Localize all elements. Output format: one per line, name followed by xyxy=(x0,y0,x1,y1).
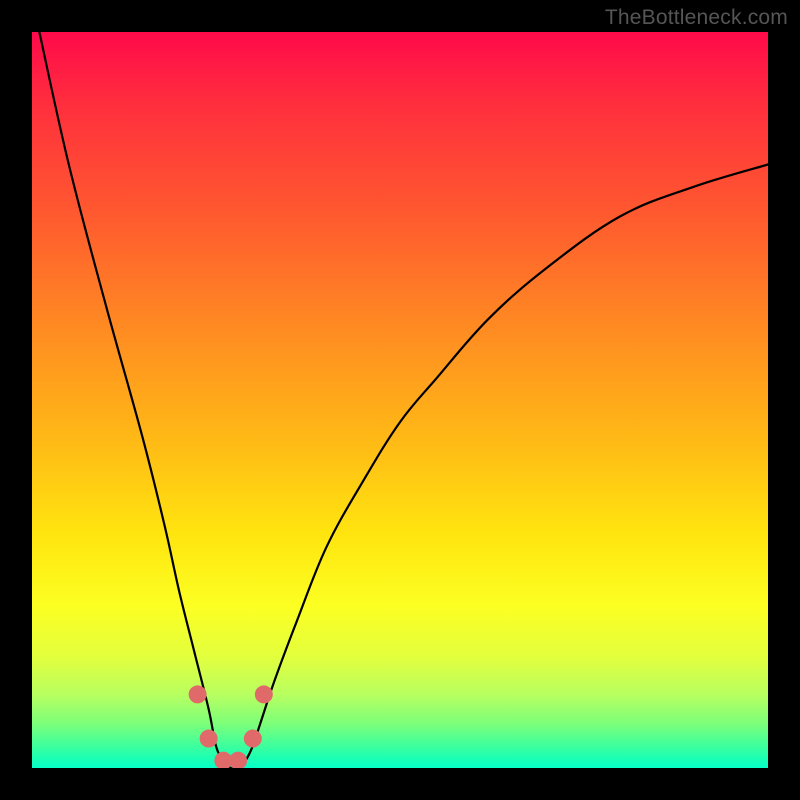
watermark-text: TheBottleneck.com xyxy=(605,6,788,30)
curve-marker xyxy=(255,685,273,703)
bottleneck-curve xyxy=(39,32,768,768)
plot-area xyxy=(32,32,768,768)
curve-marker xyxy=(229,752,247,768)
curve-marker xyxy=(200,730,218,748)
curve-marker xyxy=(189,685,207,703)
curve-layer xyxy=(32,32,768,768)
chart-frame: TheBottleneck.com xyxy=(0,0,800,800)
curve-marker xyxy=(244,730,262,748)
